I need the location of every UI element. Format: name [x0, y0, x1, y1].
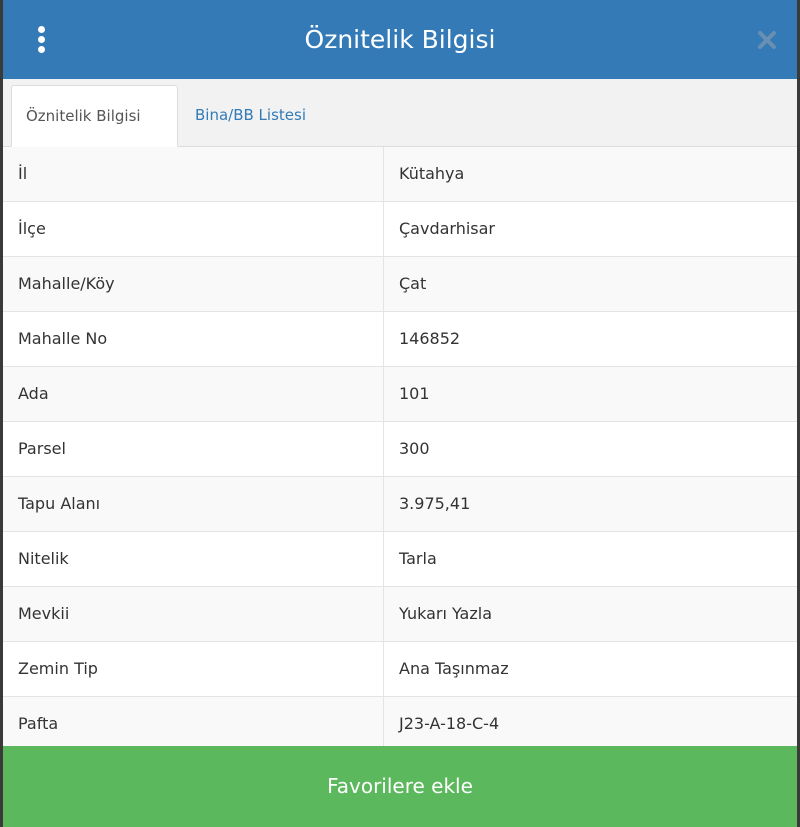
- table-row: Mahalle No 146852: [3, 312, 797, 367]
- tab-building-list[interactable]: Bina/BB Listesi: [181, 85, 320, 146]
- attribute-value: Çavdarhisar: [399, 219, 496, 238]
- attribute-label: Zemin Tip: [3, 642, 384, 696]
- close-button[interactable]: [755, 28, 779, 52]
- table-row: Nitelik Tarla: [3, 532, 797, 587]
- attribute-label: İlçe: [3, 202, 384, 256]
- attribute-value: Tarla: [399, 549, 437, 568]
- table-row: Zemin Tip Ana Taşınmaz: [3, 642, 797, 697]
- table-row: İl Kütahya: [3, 147, 797, 202]
- tab-bar: Öznitelik Bilgisi Bina/BB Listesi: [3, 79, 797, 147]
- attribute-value: 101: [399, 384, 430, 403]
- table-row: Parsel 300: [3, 422, 797, 477]
- dialog-header: Öznitelik Bilgisi: [3, 0, 797, 79]
- attribute-label: Mahalle/Köy: [3, 257, 384, 311]
- attribute-value: Kütahya: [399, 164, 465, 183]
- attribute-label: Mevkii: [3, 587, 384, 641]
- attribute-dialog: Öznitelik Bilgisi Öznitelik Bilgisi Bina…: [3, 0, 797, 827]
- table-row: Tapu Alanı 3.975,41: [3, 477, 797, 532]
- attribute-value: 300: [399, 439, 430, 458]
- attribute-value: Çat: [399, 274, 427, 293]
- table-row: Ada 101: [3, 367, 797, 422]
- attribute-value: 146852: [399, 329, 461, 348]
- attribute-label: Pafta: [3, 697, 384, 751]
- close-icon: [758, 31, 776, 49]
- attribute-label: İl: [3, 147, 384, 201]
- table-row: İlçe Çavdarhisar: [3, 202, 797, 257]
- attribute-value: J23-A-18-C-4: [399, 714, 500, 733]
- attribute-value: 3.975,41: [399, 494, 471, 513]
- attribute-value: Ana Taşınmaz: [399, 659, 509, 678]
- attribute-label: Ada: [3, 367, 384, 421]
- table-row: Mahalle/Köy Çat: [3, 257, 797, 312]
- attribute-label: Mahalle No: [3, 312, 384, 366]
- dialog-title: Öznitelik Bilgisi: [304, 25, 496, 54]
- table-row: Pafta J23-A-18-C-4: [3, 697, 797, 752]
- attribute-label: Tapu Alanı: [3, 477, 384, 531]
- table-row: Mevkii Yukarı Yazla: [3, 587, 797, 642]
- attribute-label: Nitelik: [3, 532, 384, 586]
- attribute-label: Parsel: [3, 422, 384, 476]
- tab-attribute-info[interactable]: Öznitelik Bilgisi: [11, 85, 178, 147]
- add-to-favorites-button[interactable]: Favorilere ekle: [3, 746, 797, 827]
- attribute-value: Yukarı Yazla: [399, 604, 492, 623]
- attribute-table: İl Kütahya İlçe Çavdarhisar Mahalle/Köy …: [3, 147, 797, 752]
